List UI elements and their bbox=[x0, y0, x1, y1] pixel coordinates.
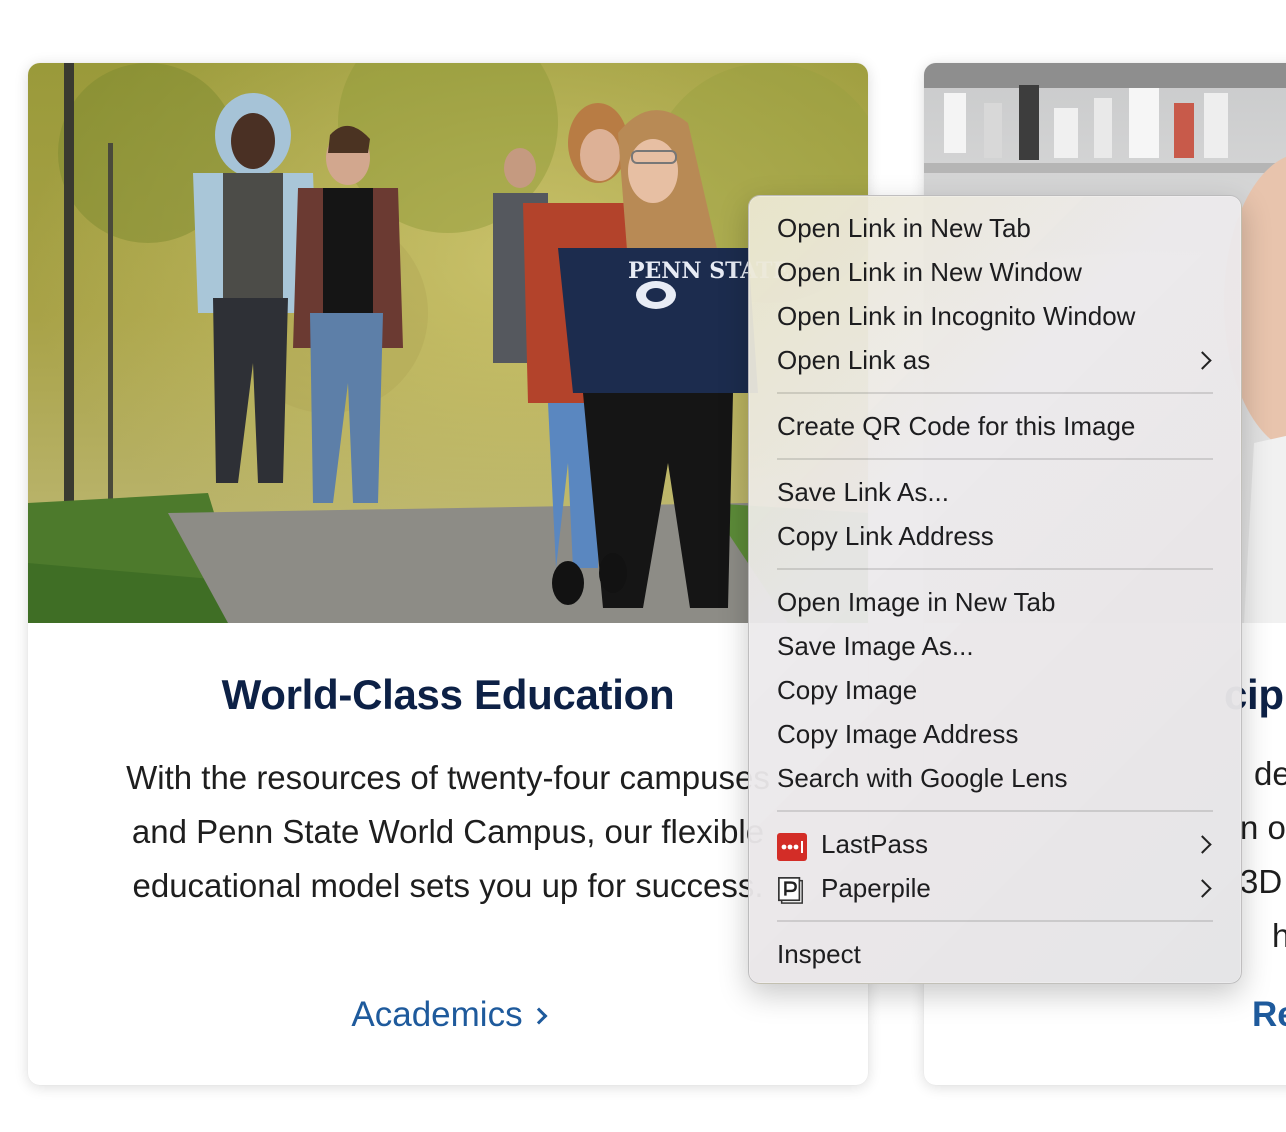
menu-item-label: Paperpile bbox=[821, 873, 931, 903]
menu-item-open-link-as[interactable]: Open Link as bbox=[749, 338, 1241, 382]
menu-item-copy-image-address[interactable]: Copy Image Address bbox=[749, 712, 1241, 756]
menu-separator bbox=[777, 392, 1213, 394]
menu-item-label: Open Link in Incognito Window bbox=[777, 301, 1136, 331]
menu-item-label: Copy Link Address bbox=[777, 521, 994, 551]
menu-item-save-image-as[interactable]: Save Image As... bbox=[749, 624, 1241, 668]
card-description-fragment: der bbox=[1254, 755, 1286, 792]
menu-item-label: Open Link in New Window bbox=[777, 257, 1082, 287]
card-description-fragment: 3D bbox=[1240, 863, 1283, 900]
chevron-right-icon bbox=[1193, 835, 1212, 854]
card-description-line: and Penn State World Campus, our flexibl… bbox=[131, 813, 765, 850]
menu-item-create-qr-code-for-this-image[interactable]: Create QR Code for this Image bbox=[749, 404, 1241, 448]
chevron-right-icon bbox=[530, 1007, 548, 1025]
paperpile-icon bbox=[777, 874, 807, 904]
students-photo-illustration: PENN STATE bbox=[28, 63, 868, 623]
menu-separator bbox=[777, 458, 1213, 460]
menu-item-open-image-in-new-tab[interactable]: Open Image in New Tab bbox=[749, 580, 1241, 624]
menu-item-search-with-google-lens[interactable]: Search with Google Lens bbox=[749, 756, 1241, 800]
card-description-fragment: h bbox=[1272, 917, 1286, 954]
menu-item-save-link-as[interactable]: Save Link As... bbox=[749, 470, 1241, 514]
menu-item-label: Open Link in New Tab bbox=[777, 213, 1031, 243]
menu-item-copy-link-address[interactable]: Copy Link Address bbox=[749, 514, 1241, 558]
menu-item-label: Copy Image Address bbox=[777, 719, 1019, 749]
chevron-right-icon bbox=[1193, 879, 1212, 898]
menu-item-label: Open Link as bbox=[777, 345, 931, 375]
card-description: With the resources of twenty-four campus… bbox=[88, 751, 808, 913]
card-description-line: educational model sets you up for succes… bbox=[132, 867, 764, 904]
menu-item-label: Save Link As... bbox=[777, 477, 949, 507]
menu-item-label: Copy Image bbox=[777, 675, 918, 705]
menu-item-label: Save Image As... bbox=[777, 631, 974, 661]
chevron-right-icon bbox=[1193, 351, 1212, 370]
menu-item-inspect[interactable]: Inspect bbox=[749, 932, 1241, 976]
menu-item-open-link-in-new-tab[interactable]: Open Link in New Tab bbox=[749, 206, 1241, 250]
menu-item-open-link-in-incognito-window[interactable]: Open Link in Incognito Window bbox=[749, 294, 1241, 338]
academics-link-wrap: Academics bbox=[28, 995, 868, 1035]
menu-item-label: Inspect bbox=[777, 939, 861, 969]
menu-item-copy-image[interactable]: Copy Image bbox=[749, 668, 1241, 712]
lastpass-icon bbox=[777, 830, 807, 861]
menu-separator bbox=[777, 920, 1213, 922]
context-menu: Open Link in New Tab Open Link in New Win… bbox=[748, 195, 1242, 984]
academics-link[interactable]: Academics bbox=[351, 995, 548, 1034]
menu-item-lastpass[interactable]: LastPass bbox=[749, 822, 1241, 866]
card-title: World-Class Education bbox=[221, 671, 675, 718]
menu-item-open-link-in-new-window[interactable]: Open Link in New Window bbox=[749, 250, 1241, 294]
menu-item-label: LastPass bbox=[821, 829, 928, 859]
menu-separator bbox=[777, 568, 1213, 570]
card-world-class-education: PENN STATE World-Class Education With th… bbox=[28, 63, 868, 1085]
menu-item-paperpile[interactable]: Paperpile bbox=[749, 866, 1241, 910]
menu-item-label: Search with Google Lens bbox=[777, 763, 1068, 793]
menu-separator bbox=[777, 810, 1213, 812]
card-description-fragment: n or bbox=[1240, 809, 1286, 846]
menu-item-label: Create QR Code for this Image bbox=[777, 411, 1136, 441]
students-walking-photo[interactable]: PENN STATE bbox=[28, 63, 868, 623]
card-description-line: With the resources of twenty-four campus… bbox=[126, 759, 770, 796]
research-link-partial[interactable]: Re bbox=[1252, 995, 1286, 1035]
menu-item-label: Open Image in New Tab bbox=[777, 587, 1056, 617]
academics-link-label: Academics bbox=[351, 995, 523, 1034]
